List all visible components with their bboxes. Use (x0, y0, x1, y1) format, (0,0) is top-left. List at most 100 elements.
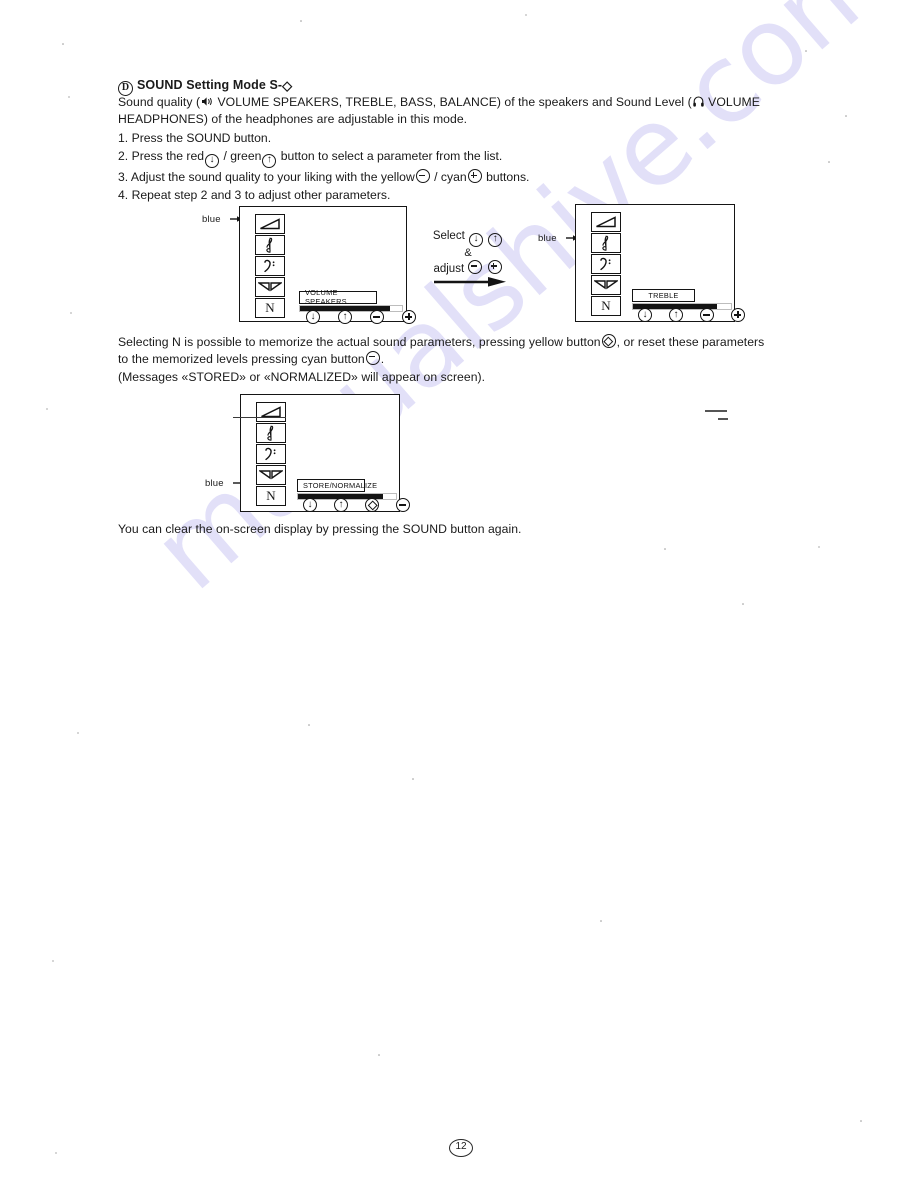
scan-speck (308, 724, 310, 726)
step-4-number: 4. (118, 187, 129, 202)
n-memory-icon[interactable]: N (255, 298, 285, 318)
n-letter: N (265, 300, 275, 316)
minus-button[interactable] (370, 310, 384, 324)
osd-button-row-3: ↓ ↑ (303, 498, 410, 512)
minus-button[interactable] (700, 308, 714, 322)
plus-button[interactable] (402, 310, 416, 324)
intro-line1-a: Sound quality ( (118, 95, 201, 109)
treble-clef-icon[interactable] (591, 233, 621, 253)
step-2-number: 2. (118, 148, 129, 163)
scan-artifact (705, 410, 727, 412)
cyan-minus-button-icon (365, 350, 380, 365)
parameter-label-store-normalize: STORE/NORMALIZE (297, 479, 377, 492)
select-down-button-icon (468, 233, 483, 247)
select-label: Select (432, 230, 465, 242)
volume-wedge-icon[interactable] (591, 212, 621, 232)
n-letter: N (266, 488, 276, 504)
scan-speck (525, 14, 527, 16)
scan-speck (46, 408, 48, 410)
page-number: 12 (449, 1139, 473, 1157)
speaker-icon (201, 95, 213, 106)
n-memory-icon[interactable]: N (256, 486, 286, 506)
step-1-text: Press the SOUND button. (131, 131, 272, 145)
intro-line1-b: VOLUME SPEAKERS, TREBLE, BASS, BALANCE) … (217, 95, 692, 109)
step-2-text-b: / green (223, 148, 262, 163)
cyan-plus-button-icon (467, 169, 482, 184)
scan-speck (412, 778, 414, 780)
osd-screen-treble: N TREBLE ↓ ↑ (575, 204, 745, 322)
step-1-number: 1. (118, 131, 129, 145)
step-2: 2. Press the red / green button to selec… (118, 148, 529, 168)
select-up-button-icon (488, 233, 503, 247)
steps-list: 1. Press the SOUND button. 2. Press the … (118, 130, 529, 205)
mid-line-1-b: , or reset these parameters (616, 335, 765, 349)
store-diamond-button[interactable] (365, 498, 379, 512)
step-3: 3. Adjust the sound quality to your liki… (118, 169, 529, 185)
blue-pointer-label-1: blue (202, 214, 221, 225)
down-button[interactable]: ↓ (303, 498, 317, 512)
volume-wedge-icon[interactable] (255, 214, 285, 234)
document-page: manualshive.com D SOUND Setting Mode S-◇ … (0, 0, 918, 1188)
parameter-label-treble: TREBLE (632, 289, 695, 302)
mid-line-2-b: . (380, 351, 385, 366)
adjust-minus-button-icon (468, 260, 483, 274)
minus-button[interactable] (396, 498, 410, 512)
up-button[interactable]: ↑ (334, 498, 348, 512)
plus-button[interactable] (731, 308, 745, 322)
mid-line-2-a: to the memorized levels pressing cyan bu… (118, 351, 365, 366)
scan-speck (70, 312, 72, 314)
step-4-text: Repeat step 2 and 3 to adjust other para… (131, 187, 391, 202)
step-2-text-a: Press the red (131, 148, 205, 163)
scan-speck (62, 43, 64, 45)
yellow-minus-button-icon (415, 169, 430, 184)
select-row: Select (424, 230, 512, 247)
bottom-paragraph: You can clear the on-screen display by p… (118, 522, 522, 536)
scan-speck (600, 920, 602, 922)
step-3-text-c: buttons. (486, 170, 530, 185)
treble-clef-icon[interactable] (255, 235, 285, 255)
scan-speck (77, 732, 79, 734)
scan-speck (68, 96, 70, 98)
osd-screen-volume-speakers: N VOLUME SPEAKERS ↓ ↑ (239, 206, 416, 324)
treble-clef-icon[interactable] (256, 423, 286, 443)
bass-clef-icon[interactable] (255, 256, 285, 276)
ampersand: & (464, 247, 472, 259)
scan-speck (664, 548, 666, 550)
green-up-button-icon (262, 153, 277, 168)
blue-pointer-label-3: blue (205, 478, 224, 489)
yellow-diamond-button-icon (601, 334, 616, 348)
balance-icon[interactable] (256, 465, 286, 485)
mid-line-1: Selecting N is possible to memorize the … (118, 334, 808, 351)
diamond-icon: ◇ (282, 78, 293, 93)
up-button[interactable]: ↑ (669, 308, 683, 322)
scan-speck (55, 1152, 57, 1154)
scan-speck (378, 1054, 380, 1056)
osd-screen-store-normalize: N STORE/NORMALIZE ↓ ↑ (240, 394, 410, 512)
n-letter: N (601, 298, 611, 314)
down-button[interactable]: ↓ (306, 310, 320, 324)
red-down-button-icon (205, 153, 220, 168)
scan-speck (300, 20, 302, 22)
mid-line-3: (Messages «STORED» or «NORMALIZED» will … (118, 370, 486, 384)
scan-speck (52, 960, 54, 962)
down-button[interactable]: ↓ (638, 308, 652, 322)
bass-clef-icon[interactable] (256, 444, 286, 464)
parameter-label-volume-speakers: VOLUME SPEAKERS (299, 288, 377, 306)
mid-line-1-a: Selecting N is possible to memorize the … (118, 335, 601, 349)
adjust-plus-button-icon (487, 260, 502, 274)
up-button[interactable]: ↑ (338, 310, 352, 324)
balance-icon[interactable] (255, 277, 285, 297)
scan-artifact (718, 418, 728, 420)
volume-wedge-icon[interactable] (256, 402, 286, 422)
n-memory-icon[interactable]: N (591, 296, 621, 316)
flow-arrow-icon (434, 277, 506, 287)
step-3-text-b: / cyan (434, 170, 467, 185)
parameter-icon-column-2: N (591, 212, 621, 316)
scan-speck (742, 603, 744, 605)
step-3-number: 3. (118, 170, 129, 185)
scan-speck (805, 50, 807, 52)
bass-clef-icon[interactable] (591, 254, 621, 274)
balance-icon[interactable] (591, 275, 621, 295)
step-2-text-c: button to select a parameter from the li… (280, 148, 503, 163)
scan-speck (860, 1120, 862, 1122)
